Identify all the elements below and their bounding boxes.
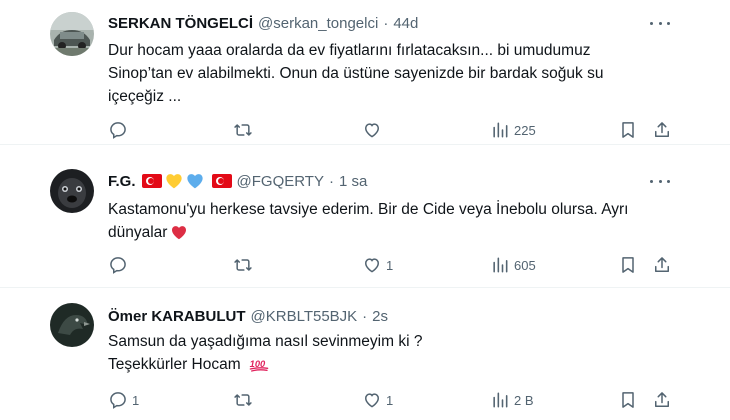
view-count: 2 B (514, 392, 534, 408)
views-button[interactable]: 605 (490, 250, 536, 280)
tweet[interactable]: SERKAN TÖNGELCİ @serkan_tongelci · 44d D… (0, 0, 730, 144)
view-count: 605 (514, 257, 536, 273)
bookmark-icon (622, 257, 634, 273)
user-handle[interactable]: @FGQERTY (237, 173, 324, 190)
more-options-icon[interactable] (650, 174, 670, 188)
reply-icon (110, 122, 126, 139)
action-bar: 225 (98, 115, 678, 145)
share-button[interactable] (652, 385, 672, 415)
views-icon (493, 122, 508, 138)
retweet-button[interactable] (233, 115, 257, 145)
turkey-flag-icon (141, 174, 162, 188)
like-button[interactable] (362, 115, 386, 145)
view-count: 225 (514, 122, 536, 138)
bookmark-button[interactable] (618, 250, 638, 280)
separator-dot: · (362, 307, 368, 325)
tweet-text-line: Dur hocam yaaa oralarda da ev fiyatların… (108, 42, 591, 59)
action-bar: 1 605 (98, 250, 678, 280)
bookmark-icon (622, 122, 634, 138)
like-button[interactable]: 1 (362, 385, 393, 415)
views-button[interactable]: 2 B (490, 385, 534, 415)
reply-count: 1 (132, 392, 140, 408)
share-icon (655, 122, 669, 137)
action-bar: 1 1 2 B (98, 385, 678, 415)
eagle-photo-icon (50, 303, 94, 347)
display-name[interactable]: SERKAN TÖNGELCİ (108, 15, 253, 32)
timestamp[interactable]: 1 sa (339, 173, 367, 190)
tweet-text-line: Teşekkürler Hocam (108, 356, 241, 373)
tweet-text-line: içeçeğiz ... (108, 88, 182, 105)
avatar[interactable] (50, 169, 94, 213)
share-button[interactable] (652, 250, 672, 280)
retweet-icon (234, 394, 252, 406)
turkey-flag-icon (211, 174, 232, 188)
dog-photo-icon (50, 169, 94, 213)
tweet-text-line: Sinop’tan ev alabilmekti. Onun da üstüne… (108, 65, 604, 82)
reply-button[interactable]: 1 (108, 385, 139, 415)
retweet-icon (234, 259, 252, 271)
separator-dot: · (328, 172, 334, 190)
heart-icon (364, 258, 380, 273)
views-button[interactable]: 225 (490, 115, 536, 145)
tweet-text-line: dünyalar (108, 224, 168, 241)
tweet[interactable]: F.G. @FGQERTY · 1 sa Kastamonu'yu herkes… (0, 145, 730, 287)
bookmark-button[interactable] (618, 385, 638, 415)
heart-icon (364, 123, 380, 138)
tweet-text: Dur hocam yaaa oralarda da ev fiyatların… (108, 39, 648, 108)
separator-dot: · (383, 14, 389, 32)
reply-icon (110, 392, 126, 409)
retweet-button[interactable] (233, 385, 257, 415)
tweet-text: Samsun da yaşadığıma nasıl sevinmeyim ki… (108, 330, 648, 376)
like-count: 1 (386, 392, 394, 408)
reply-button[interactable] (108, 250, 132, 280)
heart-icon (364, 393, 380, 408)
share-icon (655, 392, 669, 407)
car-photo-icon (50, 12, 94, 56)
views-icon (493, 392, 508, 408)
share-icon (655, 257, 669, 272)
avatar[interactable] (50, 12, 94, 56)
like-count: 1 (386, 257, 394, 273)
user-handle[interactable]: @serkan_tongelci (258, 15, 378, 32)
bookmark-button[interactable] (618, 115, 638, 145)
hundred-points-icon: 100 (249, 359, 269, 372)
tweet[interactable]: Ömer KARABULUT @KRBLT55BJK · 2s Samsun d… (0, 288, 730, 420)
avatar[interactable] (50, 303, 94, 347)
bookmark-icon (622, 392, 634, 408)
tweet-text-line: Kastamonu'yu herkese tavsiye ederim. Bir… (108, 201, 629, 218)
reply-icon (110, 257, 126, 274)
red-heart-icon (172, 226, 187, 240)
more-options-icon[interactable] (650, 16, 670, 30)
retweet-button[interactable] (233, 250, 257, 280)
display-name[interactable]: F.G. (108, 173, 136, 190)
yellow-heart-icon (165, 174, 182, 189)
timestamp[interactable]: 44d (393, 15, 418, 32)
tweet-text: Kastamonu'yu herkese tavsiye ederim. Bir… (108, 198, 648, 244)
views-icon (493, 257, 508, 273)
retweet-icon (234, 124, 252, 136)
display-name[interactable]: Ömer KARABULUT (108, 308, 246, 325)
like-button[interactable]: 1 (362, 250, 393, 280)
share-button[interactable] (652, 115, 672, 145)
timestamp[interactable]: 2s (372, 308, 388, 325)
tweet-text-line: Samsun da yaşadığıma nasıl sevinmeyim ki… (108, 333, 423, 350)
blue-heart-icon (186, 174, 203, 189)
user-handle[interactable]: @KRBLT55BJK (251, 308, 358, 325)
reply-button[interactable] (108, 115, 132, 145)
